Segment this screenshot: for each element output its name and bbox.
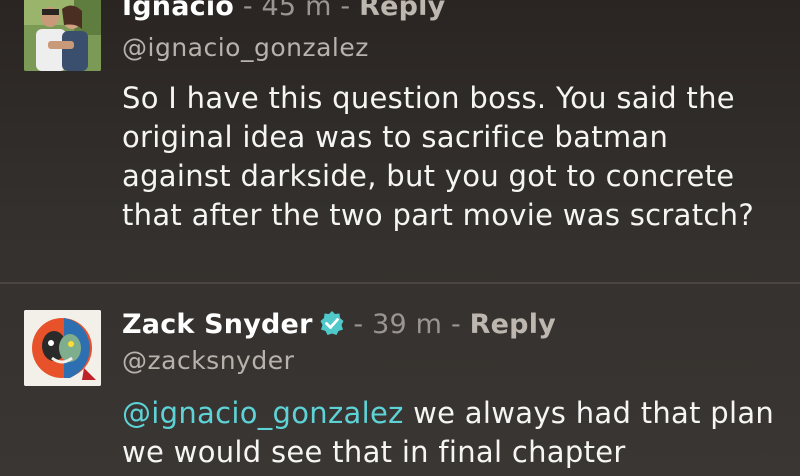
- avatar-ignacio[interactable]: [24, 0, 101, 71]
- comment-text: @ignacio_gonzalez we always had that pla…: [122, 394, 782, 472]
- verified-check-icon: [319, 310, 345, 343]
- reply-button[interactable]: Reply: [359, 0, 445, 22]
- comment-header: Zack Snyder - 39 m - Reply: [122, 309, 556, 343]
- author-name[interactable]: Ignacio: [122, 0, 234, 22]
- avatar-zack-snyder[interactable]: [24, 310, 101, 386]
- separator: -: [234, 0, 262, 22]
- comment-text: So I have this question boss. You said t…: [122, 81, 755, 232]
- avatar-illustration: [24, 310, 101, 386]
- comment-header: Ignacio - 45 m - Reply: [122, 0, 445, 22]
- avatar-photo-couple: [24, 0, 101, 71]
- separator: -: [331, 0, 360, 22]
- timestamp: 45 m: [261, 0, 332, 22]
- mention-link[interactable]: @ignacio_gonzalez: [122, 396, 404, 430]
- timestamp: 39 m: [372, 309, 443, 340]
- separator: -: [344, 309, 373, 340]
- separator: -: [442, 309, 470, 340]
- comment-ignacio: Ignacio - 45 m - Reply @ignacio_gonzalez…: [0, 0, 800, 283]
- reply-button[interactable]: Reply: [470, 309, 556, 340]
- author-handle[interactable]: @zacksnyder: [122, 346, 294, 375]
- author-handle[interactable]: @ignacio_gonzalez: [122, 33, 369, 62]
- author-name[interactable]: Zack Snyder: [122, 309, 313, 340]
- comment-zack-snyder: Zack Snyder - 39 m - Reply @zacksnyder @…: [0, 284, 800, 476]
